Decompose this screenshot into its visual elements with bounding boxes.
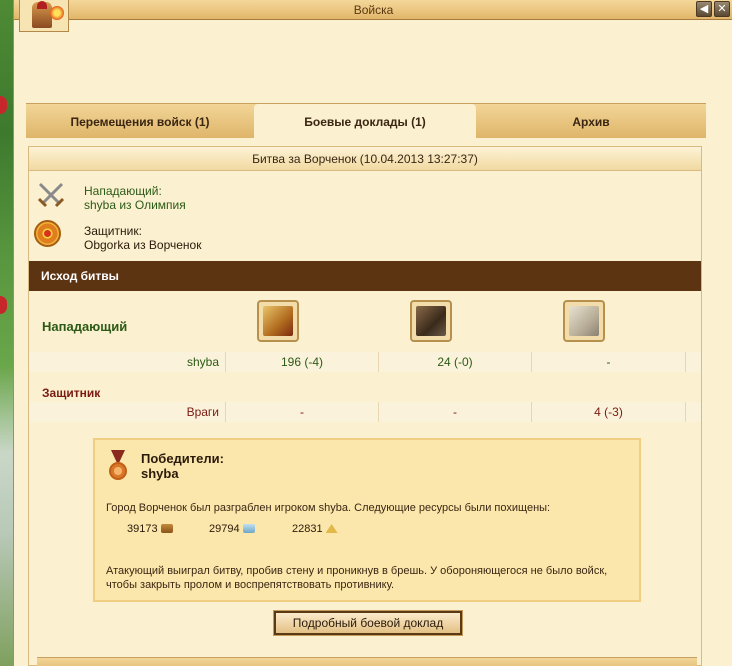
resource-amount: 39173: [127, 523, 158, 535]
close-button[interactable]: ✕: [714, 1, 730, 17]
troops-avatar-icon: [19, 0, 69, 32]
crossed-swords-icon: [37, 182, 65, 208]
report-title: Битва за Ворченок (10.04.2013 13:27:37): [29, 147, 701, 171]
attacker-side-label: Нападающий: [42, 319, 128, 334]
resource-amount: 29794: [209, 523, 240, 535]
defender-units-row: Враги - - 4 (-3): [29, 402, 701, 422]
window-titlebar: Войска ◀ ✕: [14, 0, 732, 20]
winner-name[interactable]: shyba: [141, 466, 179, 481]
table-cell: 24 (-0): [379, 352, 532, 372]
plunder-text: Город Ворченок был разграблен игроком sh…: [106, 502, 551, 514]
outcome-header: Исход битвы: [29, 261, 701, 291]
tab-bar: Перемещения войск (1) Боевые доклады (1)…: [26, 103, 706, 139]
table-cell: 4 (-3): [532, 402, 686, 422]
silver-icon: [325, 524, 338, 533]
defender-row-name: Враги: [29, 402, 226, 422]
tab-archive[interactable]: Архив: [476, 104, 706, 139]
detailed-report-button[interactable]: Подробный боевой доклад: [274, 611, 462, 635]
troops-window: Войска ◀ ✕ Перемещения войск (1) Боевые …: [13, 0, 732, 666]
attacker-label: Нападающий:: [84, 184, 162, 198]
winner-summary: Победители: shyba Город Ворченок был раз…: [93, 438, 641, 602]
catapult-icon[interactable]: [410, 300, 452, 342]
medal-icon: [109, 450, 127, 486]
defender-link[interactable]: Obgorka из Ворченок: [84, 238, 201, 252]
resource-stone: 29794: [209, 523, 255, 535]
resource-wood: 39173: [127, 523, 173, 535]
wood-icon: [160, 524, 173, 533]
map-marker: [0, 96, 7, 114]
attacker-info: Нападающий: shyba из Олимпия: [84, 184, 186, 212]
defender-side-label: Защитник: [42, 386, 101, 400]
resource-amount: 22831: [292, 523, 323, 535]
reports-panel: Перемещения войск (1) Боевые доклады (1)…: [26, 103, 706, 666]
attacker-row-name: shyba: [29, 352, 226, 372]
defender-info: Защитник: Obgorka из Ворченок: [84, 224, 201, 252]
table-cell: -: [379, 402, 532, 422]
wall-icon[interactable]: [563, 300, 605, 342]
back-button[interactable]: ◀: [696, 1, 712, 17]
resource-silver: 22831: [292, 523, 338, 535]
table-cell: 196 (-4): [226, 352, 379, 372]
map-marker: [0, 296, 7, 314]
hoplite-icon[interactable]: [257, 300, 299, 342]
battle-description: Атакующий выиграл битву, пробив стену и …: [106, 565, 608, 591]
attacker-units-row: shyba 196 (-4) 24 (-0) -: [29, 352, 701, 372]
battle-report: Битва за Ворченок (10.04.2013 13:27:37) …: [28, 146, 702, 666]
tab-battle-reports[interactable]: Боевые доклады (1): [254, 104, 476, 139]
attacker-link[interactable]: shyba из Олимпия: [84, 198, 186, 212]
panel-footer: [37, 657, 697, 666]
table-cell: -: [532, 352, 686, 372]
window-title: Войска: [353, 3, 394, 17]
table-cell: -: [226, 402, 379, 422]
stone-icon: [242, 524, 255, 533]
tab-troop-movements[interactable]: Перемещения войск (1): [26, 104, 254, 139]
defender-shield-icon: [34, 220, 61, 247]
winners-heading: Победители:: [141, 451, 224, 466]
defender-label: Защитник:: [84, 224, 142, 238]
